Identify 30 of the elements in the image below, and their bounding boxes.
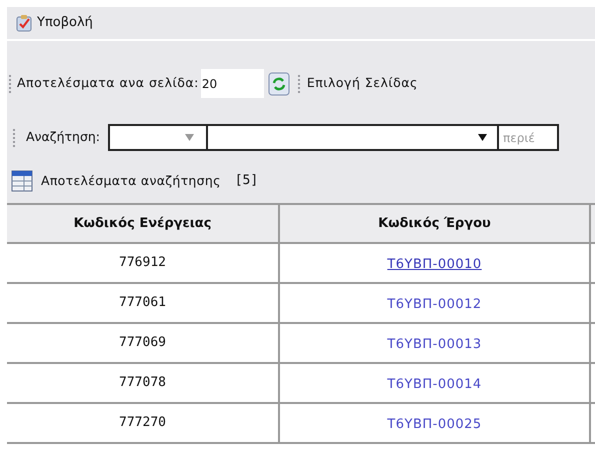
refresh-icon[interactable] (268, 72, 290, 96)
column-header: Κωδικός Έργου (279, 205, 590, 243)
table-cell: 777069 (7, 323, 279, 363)
project-code-link[interactable]: Τ6ΥΒΠ-00025 (387, 417, 482, 432)
search-field-dropdown[interactable] (108, 124, 208, 151)
project-code-link[interactable]: Τ6ΥΒΠ-00013 (387, 337, 482, 352)
grid-icon (11, 170, 33, 192)
search-operator-dropdown[interactable] (208, 124, 499, 151)
page-select-label: Επιλογή Σελίδας (306, 74, 418, 92)
toolbar-grip-icon[interactable] (298, 74, 301, 92)
caret-icon (478, 134, 487, 141)
submit-button[interactable]: Υποβολή (15, 13, 93, 33)
toolbar-grip-icon[interactable] (9, 74, 12, 92)
caret-icon (185, 134, 194, 141)
column-header: Κωδικός Ενέργειας (7, 205, 279, 243)
table-cell: 777270 (7, 403, 279, 443)
results-title: Αποτελέσματα αναζήτησης (41, 172, 221, 190)
search-value-field[interactable]: περιέ (499, 124, 559, 151)
results-count: [5] (234, 172, 258, 190)
results-per-page-field[interactable]: 20 (200, 69, 264, 98)
search-label: Αναζήτηση: (26, 128, 100, 146)
project-code-link[interactable]: Τ6ΥΒΠ-00012 (387, 297, 482, 312)
project-code-link[interactable]: Τ6ΥΒΠ-00010 (387, 257, 482, 272)
clipboard-check-icon (15, 14, 33, 32)
results-per-page-label: Αποτελέσματα ανα σελίδα: (17, 74, 199, 92)
toolbar-grip-icon[interactable] (13, 128, 16, 146)
project-code-link[interactable]: Τ6ΥΒΠ-00014 (387, 377, 482, 392)
table-cell: 777061 (7, 283, 279, 323)
table-cell: 776912 (7, 243, 279, 283)
table-cell: 777078 (7, 363, 279, 403)
